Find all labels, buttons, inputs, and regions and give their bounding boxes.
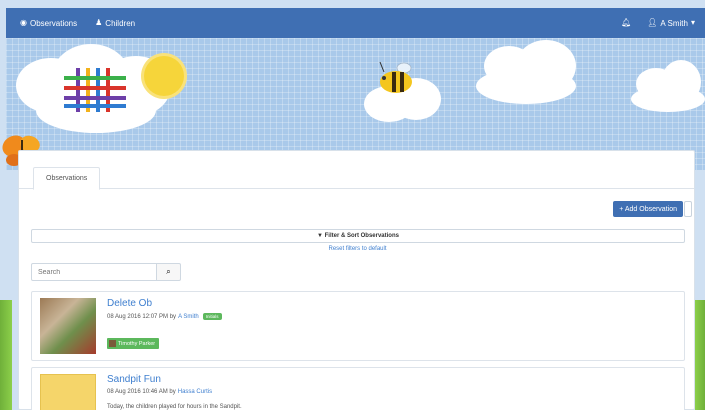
add-observation-label: + Add Observation xyxy=(619,205,677,213)
observation-meta: 08 Aug 2016 12:07 PM by A Smith Initials xyxy=(107,313,222,320)
tab-bar: Observations xyxy=(19,151,694,190)
search-button[interactable]: ⌕ xyxy=(157,263,181,281)
observation-author[interactable]: Hassa Curtis xyxy=(178,389,212,395)
search-group: ⌕ xyxy=(31,263,181,281)
observation-date: 08 Aug 2016 10:46 AM by xyxy=(107,389,176,395)
bee-graphic xyxy=(376,60,422,105)
child-tag[interactable]: Timothy Parker xyxy=(107,338,160,349)
status-badge: Initials xyxy=(202,313,222,320)
reset-filters-link[interactable]: Reset filters to default xyxy=(19,246,696,252)
grass-right xyxy=(695,300,705,410)
observation-thumbnail[interactable] xyxy=(40,298,96,354)
nav-children-label: Children xyxy=(105,18,136,28)
nav-observations[interactable]: ◉ Observations xyxy=(20,19,77,28)
tab-observations-label: Observations xyxy=(46,175,88,182)
observation-item: Sandpit Fun 08 Aug 2016 10:46 AM by Hass… xyxy=(31,367,685,410)
cloud xyxy=(476,68,576,104)
observation-thumbnail[interactable] xyxy=(40,374,96,410)
user-name: A Smith xyxy=(660,18,688,28)
observation-date: 08 Aug 2016 12:07 PM by xyxy=(107,313,177,320)
top-navbar: ◉ Observations ♟ Children 🔔︎ 👤︎ A Smith … xyxy=(6,8,705,38)
tab-observations[interactable]: Observations xyxy=(33,167,101,190)
grass-left xyxy=(0,300,12,410)
logo-weave xyxy=(64,68,126,112)
observations-panel: Observations + Add Observation ▼ Filter … xyxy=(18,150,695,410)
search-input[interactable] xyxy=(31,263,157,281)
add-observation-button[interactable]: + Add Observation xyxy=(613,201,683,217)
caret-down-icon: ▾ xyxy=(690,18,695,27)
observation-title[interactable]: Sandpit Fun xyxy=(107,374,161,385)
cloud xyxy=(631,86,705,112)
sun-graphic xyxy=(144,56,184,96)
nav-children[interactable]: ♟ Children xyxy=(95,19,135,28)
observation-snippet: Today, the children played for hours in … xyxy=(107,404,242,410)
child-icon: ♟ xyxy=(95,18,103,27)
filter-sort-toggle[interactable]: ▼ Filter & Sort Observations xyxy=(31,229,685,243)
search-icon: ⌕ xyxy=(166,267,171,276)
add-options-toggle[interactable] xyxy=(684,201,692,217)
observation-meta: 08 Aug 2016 10:46 AM by Hassa Curtis xyxy=(107,389,212,395)
observation-title[interactable]: Delete Ob xyxy=(107,298,152,309)
child-avatar xyxy=(109,340,116,347)
bell-icon[interactable]: 🔔︎ xyxy=(621,19,631,27)
observation-author[interactable]: A Smith xyxy=(178,314,199,320)
eye-icon: ◉ xyxy=(20,18,27,27)
observation-item: Delete Ob 08 Aug 2016 12:07 PM by A Smit… xyxy=(31,291,685,361)
filter-sort-label: ▼ Filter & Sort Observations xyxy=(317,233,399,239)
user-menu[interactable]: 👤︎ A Smith ▾ xyxy=(647,19,695,28)
child-name: Timothy Parker xyxy=(118,340,156,347)
nav-observations-label: Observations xyxy=(29,18,78,28)
user-icon: 👤︎ xyxy=(647,18,658,27)
